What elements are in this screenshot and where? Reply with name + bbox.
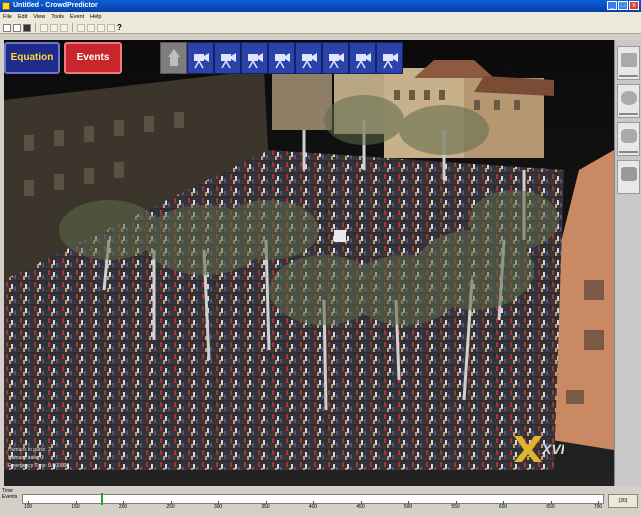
camera-button-7[interactable]	[349, 42, 376, 74]
grid-icon[interactable]	[107, 23, 115, 32]
timeline-tick-label: 250	[166, 504, 175, 510]
camera-icon	[274, 53, 290, 69]
timeline-panel: Time Events 100 150 200 250 300 350 400 450 500 5…	[0, 486, 641, 516]
close-button[interactable]: x	[629, 1, 639, 10]
toolbar-separator	[35, 23, 36, 32]
open-folder-icon[interactable]	[13, 23, 21, 32]
object-thumbnail	[621, 167, 637, 181]
timeline-label-events: Events	[2, 494, 18, 500]
timeline-tick-label: 500	[403, 504, 413, 510]
camera-icon	[193, 53, 209, 69]
copy-icon[interactable]	[50, 23, 58, 32]
timeline-tick-label: 550	[451, 504, 460, 510]
object-thumbnail	[621, 129, 637, 143]
window-title: Untitled - CrowdPredictor	[13, 2, 98, 9]
camera-icon	[328, 53, 344, 69]
equation-button[interactable]: Equation	[4, 42, 60, 74]
crowd-scene-image	[4, 40, 614, 486]
timeline-labels: Time Events	[2, 488, 17, 500]
app-icon	[2, 2, 10, 10]
camera-button-8[interactable]	[376, 42, 403, 74]
cut-icon[interactable]	[40, 23, 48, 32]
timeline-tick-label: 300	[213, 504, 223, 510]
camera-button-5[interactable]	[295, 42, 322, 74]
timeline-ticks: 100 150 200 250 300 350 400 450 500 550 600 650 700	[22, 501, 604, 514]
menu-bar: File Edit View Tools Event Help	[0, 12, 641, 22]
new-file-icon[interactable]	[3, 23, 11, 32]
scene-viewport[interactable]	[4, 40, 614, 486]
palette-item-label	[619, 151, 638, 153]
menu-edit[interactable]: Edit	[18, 14, 27, 20]
camera-button-3[interactable]	[241, 42, 268, 74]
timeline-zoom-value[interactable]: (20)	[608, 494, 638, 508]
camera-icon	[247, 53, 263, 69]
paste-icon[interactable]	[60, 23, 68, 32]
camera-button-6[interactable]	[322, 42, 349, 74]
toolbar: ?	[0, 22, 641, 34]
camera-icon	[301, 53, 317, 69]
menu-help[interactable]: Help	[90, 14, 101, 20]
save-icon[interactable]	[23, 23, 31, 32]
menu-tools[interactable]: Tools	[51, 14, 64, 20]
window-controls: _ □ x	[607, 1, 639, 10]
emergency-time-text: Emergency Time: 0.000000	[8, 463, 70, 469]
timeline-tick-label: 100	[23, 504, 33, 510]
simulation-status: Humans in panic: 3 Humans safe: 0 Emerge…	[8, 446, 69, 470]
menu-event[interactable]: Event	[70, 14, 84, 20]
xvr-logo: XVR	[514, 436, 564, 462]
undo-icon[interactable]	[87, 23, 95, 32]
minimize-button[interactable]: _	[607, 1, 617, 10]
camera-button-2[interactable]	[214, 42, 241, 74]
object-palette	[614, 40, 641, 486]
palette-item-label	[619, 75, 638, 77]
menu-view[interactable]: View	[33, 14, 45, 20]
camera-icon	[220, 53, 236, 69]
timeline-tick-label: 450	[356, 504, 365, 510]
humans-in-panic-text: Humans in panic: 3	[8, 447, 51, 453]
timeline-tick-label: 600	[498, 504, 508, 510]
palette-item-label	[619, 113, 638, 115]
timeline-tick-label: 700	[593, 504, 603, 510]
camera-button-1[interactable]	[187, 42, 214, 74]
toolbar-separator	[72, 23, 73, 32]
palette-item-1[interactable]	[617, 46, 640, 80]
home-icon[interactable]	[160, 42, 187, 74]
palette-item-2[interactable]	[617, 84, 640, 118]
timeline-tick-label: 650	[546, 504, 555, 510]
timeline-tick-label: 150	[71, 504, 80, 510]
camera-icon	[355, 53, 371, 69]
print-icon[interactable]	[77, 23, 85, 32]
palette-item-3[interactable]	[617, 122, 640, 156]
object-thumbnail	[621, 91, 637, 105]
humans-safe-text: Humans safe: 0	[8, 455, 44, 461]
timeline-tick-label: 350	[261, 504, 270, 510]
redo-icon[interactable]	[97, 23, 105, 32]
help-icon[interactable]: ?	[117, 23, 125, 32]
maximize-button[interactable]: □	[618, 1, 628, 10]
palette-item-4[interactable]	[617, 160, 640, 194]
camera-icon	[382, 53, 398, 69]
camera-strip	[160, 42, 428, 74]
timeline-tick-label: 400	[308, 504, 318, 510]
object-thumbnail	[621, 53, 637, 67]
timeline-tick-label: 200	[118, 504, 128, 510]
camera-button-4[interactable]	[268, 42, 295, 74]
xvr-logo-text: XVR	[541, 441, 564, 457]
events-button[interactable]: Events	[64, 42, 122, 74]
title-bar: Untitled - CrowdPredictor _ □ x	[0, 0, 641, 12]
menu-file[interactable]: File	[3, 14, 12, 20]
